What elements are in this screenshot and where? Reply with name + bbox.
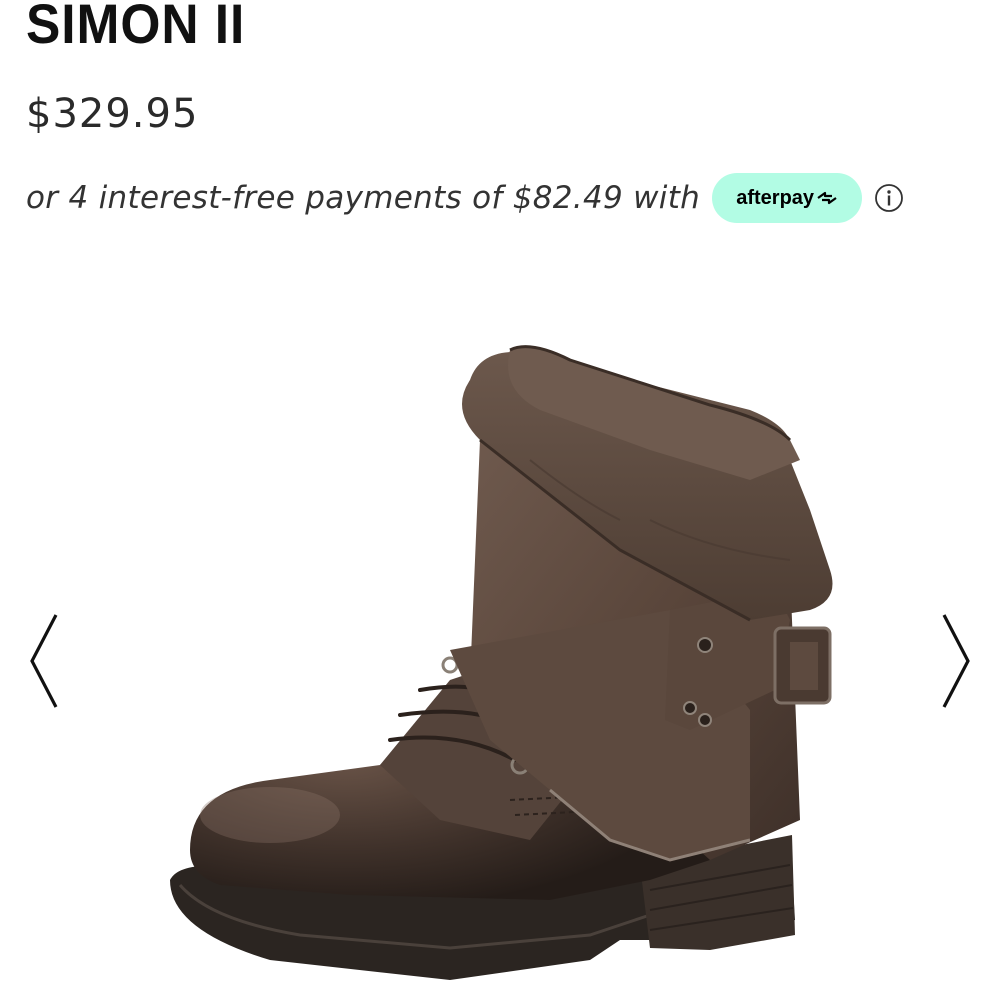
info-circle-icon[interactable]: [874, 183, 904, 213]
afterpay-logo-icon: [817, 191, 837, 205]
afterpay-installments: or 4 interest-free payments of $82.49 wi…: [26, 172, 904, 224]
product-image-gallery: [0, 300, 1000, 1000]
afterpay-badge-label: afterpay: [736, 186, 815, 209]
chevron-right-icon[interactable]: [936, 606, 976, 716]
product-image: [170, 345, 833, 980]
product-price: $329.95: [26, 91, 199, 137]
afterpay-text: or 4 interest-free payments of $82.49 wi…: [26, 180, 701, 216]
chevron-left-icon[interactable]: [24, 606, 64, 716]
product-title: SIMON II: [26, 0, 246, 55]
afterpay-badge[interactable]: afterpay: [712, 173, 863, 223]
